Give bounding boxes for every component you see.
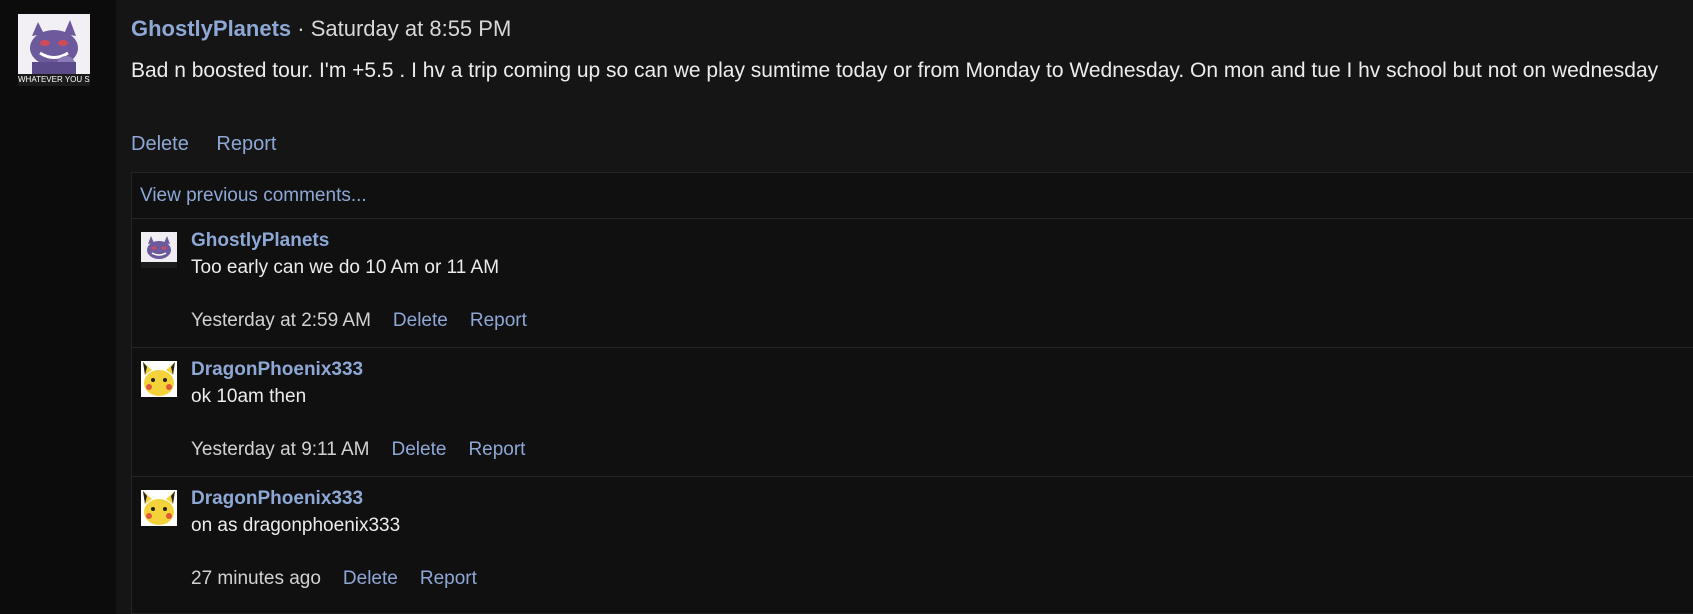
post-separator: · xyxy=(291,16,311,41)
view-previous-comments-link[interactable]: View previous comments... xyxy=(140,185,367,207)
comment-text: Too early can we do 10 Am or 11 AM xyxy=(191,257,500,278)
comment-meta: Yesterday at 2:59 AM Delete Report xyxy=(191,310,549,332)
left-gutter: WHATEVER YOU SAY xyxy=(0,0,116,614)
delete-button[interactable]: Delete xyxy=(392,439,447,460)
post-author-link[interactable]: GhostlyPlanets xyxy=(131,16,291,41)
post-date[interactable]: Saturday at 8:55 PM xyxy=(311,16,512,41)
comment-text: ok 10am then xyxy=(191,386,307,407)
comment-meta: 27 minutes ago Delete Report xyxy=(191,568,499,590)
report-button[interactable]: Report xyxy=(420,568,477,589)
delete-button[interactable]: Delete xyxy=(343,568,398,589)
comment-text: on as dragonphoenix333 xyxy=(191,515,401,536)
comment-item: DragonPhoenix333 ok 10am then Yesterday … xyxy=(132,347,1693,476)
comment-author-link[interactable]: GhostlyPlanets xyxy=(191,230,329,252)
delete-button[interactable]: Delete xyxy=(393,310,448,331)
avatar[interactable] xyxy=(141,490,177,526)
gengar-icon xyxy=(18,14,90,74)
delete-button[interactable]: Delete xyxy=(131,133,189,155)
report-button[interactable]: Report xyxy=(468,439,525,460)
comment-timestamp[interactable]: Yesterday at 2:59 AM xyxy=(191,310,371,331)
avatar[interactable] xyxy=(141,232,177,268)
message-content: GhostlyPlanets · Saturday at 8:55 PM Bad… xyxy=(131,0,1693,614)
avatar[interactable]: WHATEVER YOU SAY xyxy=(18,14,90,86)
comment-timestamp[interactable]: 27 minutes ago xyxy=(191,568,321,589)
message-header: GhostlyPlanets · Saturday at 8:55 PM xyxy=(131,16,511,42)
post-actions: Delete Report xyxy=(131,133,298,156)
post-body: Bad n boosted tour. I'm +5.5 . I hv a tr… xyxy=(131,59,1659,82)
avatar-caption: WHATEVER YOU SAY xyxy=(18,74,90,86)
comment-timestamp[interactable]: Yesterday at 9:11 AM xyxy=(191,439,370,460)
comments-section: View previous comments... GhostlyPlanets… xyxy=(131,172,1693,614)
pikachu-icon xyxy=(141,361,177,397)
report-button[interactable]: Report xyxy=(216,133,276,155)
comment-item: GhostlyPlanets Too early can we do 10 Am… xyxy=(132,218,1693,347)
comment-meta: Yesterday at 9:11 AM Delete Report xyxy=(191,439,547,461)
comment-author-link[interactable]: DragonPhoenix333 xyxy=(191,488,363,510)
comment-item: DragonPhoenix333 on as dragonphoenix333 … xyxy=(132,476,1693,605)
gengar-icon xyxy=(141,232,177,268)
avatar[interactable] xyxy=(141,361,177,397)
comment-author-link[interactable]: DragonPhoenix333 xyxy=(191,359,363,381)
pikachu-icon xyxy=(141,490,177,526)
report-button[interactable]: Report xyxy=(470,310,527,331)
